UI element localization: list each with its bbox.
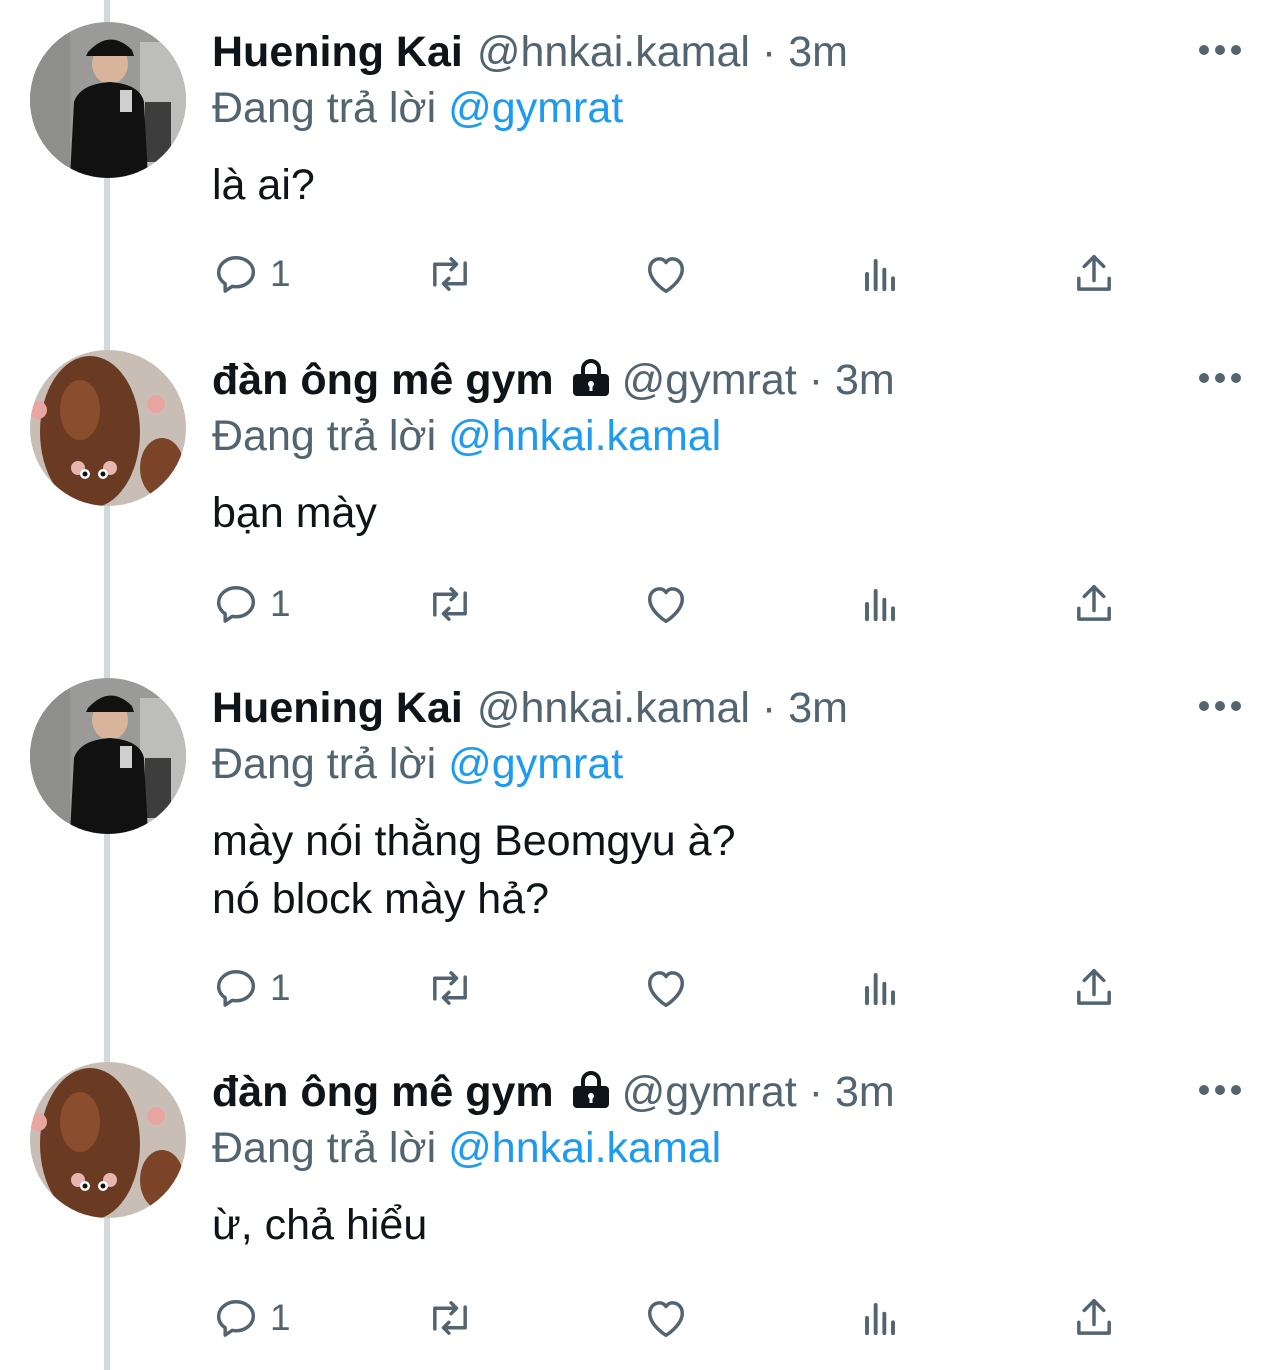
reply-icon (216, 256, 256, 293)
retweet-icon (433, 971, 467, 1005)
timestamp[interactable]: 3m (788, 28, 848, 76)
reply-icon (216, 970, 256, 1007)
like-button[interactable] (640, 574, 692, 634)
separator: · (761, 28, 777, 76)
reply-icon (216, 586, 256, 623)
views-icon (865, 973, 895, 1006)
action-bar: 1 (0, 958, 1284, 1018)
share-icon (1077, 968, 1111, 1005)
share-button[interactable] (1068, 958, 1120, 1018)
like-button[interactable] (640, 244, 692, 304)
avatar[interactable] (30, 350, 186, 506)
author-name[interactable]: Huening Kai (212, 28, 463, 76)
reply-prefix: Đang trả lời (212, 1124, 437, 1172)
reply-count: 1 (270, 1297, 291, 1338)
reply-context: Đang trả lời @gymrat (212, 80, 623, 136)
reply-button[interactable]: 1 (210, 574, 291, 634)
like-button[interactable] (640, 1288, 692, 1348)
separator: · (808, 356, 824, 404)
reply-prefix: Đang trả lời (212, 84, 437, 132)
like-icon (648, 257, 684, 294)
mention-link[interactable]: @gymrat (448, 84, 623, 132)
reply-context: Đang trả lời @gymrat (212, 736, 623, 792)
reply-button[interactable]: 1 (210, 958, 291, 1018)
views-button[interactable] (854, 1288, 906, 1348)
retweet-button[interactable] (424, 244, 476, 304)
author-name[interactable]: Huening Kai (212, 684, 463, 732)
like-icon (648, 1301, 684, 1338)
action-bar: 1 (0, 1288, 1284, 1348)
retweet-button[interactable] (424, 1288, 476, 1348)
timestamp[interactable]: 3m (835, 356, 895, 404)
share-button[interactable] (1068, 574, 1120, 634)
views-button[interactable] (854, 574, 906, 634)
tweet-text: là ai? (212, 161, 315, 209)
like-icon (648, 587, 684, 624)
more-icon[interactable] (1196, 1080, 1244, 1100)
mention-link[interactable]: @gymrat (448, 740, 623, 788)
reply-context: Đang trả lời @hnkai.kamal (212, 408, 721, 464)
more-icon[interactable] (1196, 40, 1244, 60)
reply-count: 1 (270, 967, 291, 1008)
reply-button[interactable]: 1 (210, 244, 291, 304)
tweet-text: mày nói thằng Beomgyu à? nó block mày hả… (212, 817, 736, 923)
share-button[interactable] (1068, 244, 1120, 304)
views-icon (865, 1303, 895, 1336)
retweet-icon (433, 587, 467, 621)
views-icon (865, 259, 895, 292)
separator: · (808, 1068, 824, 1116)
timestamp[interactable]: 3m (788, 684, 848, 732)
share-icon (1077, 584, 1111, 621)
share-icon (1077, 254, 1111, 291)
tweet-text: ừ, chả hiểu (212, 1201, 428, 1249)
author-handle[interactable]: @gymrat (622, 356, 797, 404)
retweet-button[interactable] (424, 958, 476, 1018)
reply-count: 1 (270, 253, 291, 294)
retweet-icon (433, 257, 467, 291)
like-icon (648, 971, 684, 1008)
avatar[interactable] (30, 22, 186, 178)
share-icon (1077, 1298, 1111, 1335)
reply-context: Đang trả lời @hnkai.kamal (212, 1120, 721, 1176)
reply-button[interactable]: 1 (210, 1288, 291, 1348)
lock-icon (570, 1068, 612, 1124)
avatar[interactable] (30, 678, 186, 834)
timestamp[interactable]: 3m (835, 1068, 895, 1116)
separator: · (761, 684, 777, 732)
author-handle[interactable]: @gymrat (622, 1068, 797, 1116)
mention-link[interactable]: @hnkai.kamal (448, 1124, 721, 1172)
share-button[interactable] (1068, 1288, 1120, 1348)
author-name[interactable]: đàn ông mê gym (212, 356, 554, 404)
views-button[interactable] (854, 244, 906, 304)
author-handle[interactable]: @hnkai.kamal (477, 28, 750, 76)
retweet-button[interactable] (424, 574, 476, 634)
author-name[interactable]: đàn ông mê gym (212, 1068, 554, 1116)
reply-count: 1 (270, 583, 291, 624)
reply-prefix: Đang trả lời (212, 740, 437, 788)
avatar[interactable] (30, 1062, 186, 1218)
retweet-icon (433, 1301, 467, 1335)
like-button[interactable] (640, 958, 692, 1018)
reply-icon (216, 1300, 256, 1337)
views-button[interactable] (854, 958, 906, 1018)
more-icon[interactable] (1196, 696, 1244, 716)
views-icon (865, 589, 895, 622)
lock-icon (570, 356, 612, 412)
action-bar: 1 (0, 244, 1284, 304)
tweet-text: bạn mày (212, 489, 377, 537)
author-handle[interactable]: @hnkai.kamal (477, 684, 750, 732)
reply-prefix: Đang trả lời (212, 412, 437, 460)
action-bar: 1 (0, 574, 1284, 634)
more-icon[interactable] (1196, 368, 1244, 388)
mention-link[interactable]: @hnkai.kamal (448, 412, 721, 460)
